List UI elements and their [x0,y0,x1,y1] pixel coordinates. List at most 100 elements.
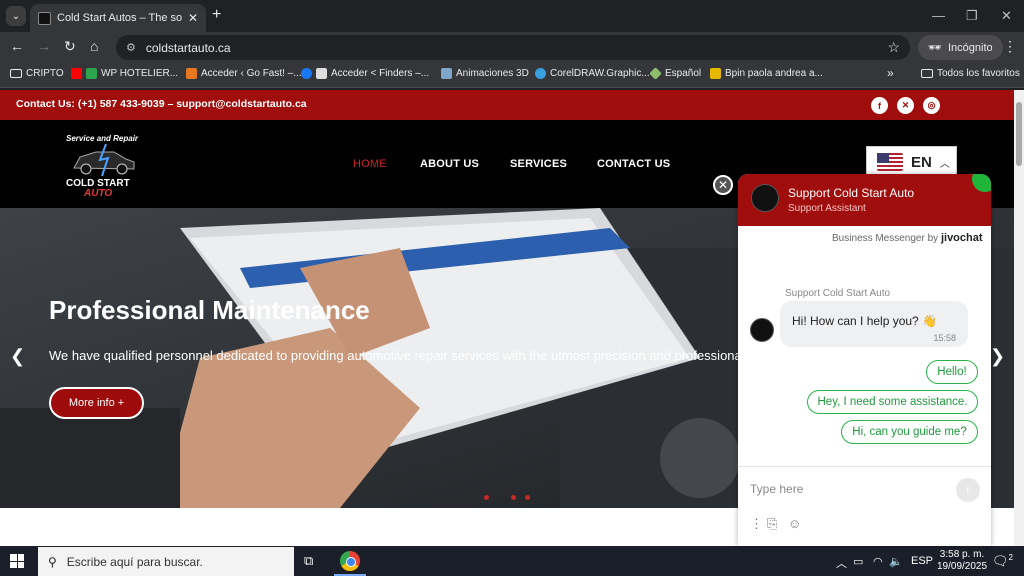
bookmark-label: CorelDRAW.Graphic... [550,68,650,79]
taskbar-clock[interactable]: 3:58 p. m. 19/09/2025 [937,549,987,573]
slider-dot[interactable] [525,495,530,500]
nav-about-us[interactable]: ABOUT US [420,158,479,170]
chrome-icon[interactable] [340,551,360,571]
contact-info[interactable]: Contact Us: (+1) 587 433-9039 – support@… [16,98,307,110]
slider-prev-icon[interactable]: ❮ [10,346,25,367]
instagram-icon[interactable]: ◎ [923,97,940,114]
bookmark-label: WP HOTELIER... [101,68,179,79]
bookmark-coreldraw[interactable]: CorelDRAW.Graphic... [535,68,650,79]
tab-title: Cold Start Autos – The solution [57,12,182,24]
contact-topbar: Contact Us: (+1) 587 433-9039 – support@… [0,90,1014,120]
image-icon [441,68,452,79]
bookmark-animaciones[interactable]: Animaciones 3D [441,68,529,79]
online-status-badge [972,174,991,192]
logo-top-text: Service and Repair [66,134,139,143]
chat-close-icon[interactable]: ✕ [713,175,733,195]
bookmark-finders[interactable]: Acceder < Finders –... [301,68,429,79]
nav-contact-us[interactable]: CONTACT US [597,158,670,170]
jivochat-brand: jivochat [940,232,983,244]
crown-icon [710,68,721,79]
bookmark-label: Español [665,68,702,79]
browser-menu-icon[interactable]: ⋮ [1003,38,1017,55]
quick-reply-assistance[interactable]: Hey, I need some assistance. [807,390,978,414]
chat-agent-role: Support Assistant [788,203,866,214]
browser-tabstrip: ⌄ Cold Start Autos – The solution ✕ + — … [0,0,1024,32]
quick-reply-hello[interactable]: Hello! [926,360,978,384]
new-tab-button[interactable]: + [212,6,221,24]
quick-reply-guide[interactable]: Hi, can you guide me? [841,420,978,444]
slider-dot[interactable] [484,495,489,500]
device-icon[interactable]: ▭ [853,555,863,568]
site-favicon-icon [38,11,51,25]
attachment-icon[interactable]: ⎘ [767,516,777,532]
home-icon[interactable]: ⌂ [90,38,98,54]
slider-dot[interactable] [511,495,516,500]
incognito-button[interactable]: 🕶 Incógnito [918,35,1003,60]
folder-icon [921,69,933,78]
bookmark-cripto[interactable]: CRIPTO [10,68,64,79]
facebook-icon [301,68,312,79]
tab-close-icon[interactable]: ✕ [188,11,198,25]
agent-avatar [750,318,774,342]
browser-tab-active[interactable]: Cold Start Autos – The solution ✕ [30,4,206,32]
more-info-button[interactable]: More info + [49,387,144,419]
orange-site-icon [186,68,197,79]
chat-message-input[interactable]: Type here [750,482,803,496]
close-window-button[interactable]: ✕ [1001,8,1012,24]
facebook-icon[interactable]: f [871,97,888,114]
bookmark-label: Animaciones 3D [456,68,529,79]
logo-sub-text: AUTO [83,188,112,198]
tab-search-button[interactable]: ⌄ [6,6,26,26]
all-bookmarks-button[interactable]: Todos los favoritos [921,68,1020,79]
business-messenger-credit[interactable]: Business Messenger by jivochat [832,232,983,244]
bookmark-espanol[interactable]: Español [649,67,702,80]
browser-toolbar: ← → ↻ ⌂ ⚙ coldstartauto.ca ☆ 🕶 Incógnito… [0,32,1024,62]
slider-next-icon[interactable]: ❯ [990,346,1005,367]
bookmarks-overflow-button[interactable]: » [887,66,894,80]
minimize-button[interactable]: — [932,8,945,23]
bookmark-go-fast[interactable]: Acceder ‹ Go Fast! –... [186,68,302,79]
notification-count: 2 [1008,553,1013,562]
more-options-icon[interactable]: ⋮ [750,516,763,532]
volume-icon[interactable]: 🔈 [889,555,903,568]
scrollbar-thumb[interactable] [1016,102,1022,166]
nav-services[interactable]: SERVICES [510,158,567,170]
address-bar[interactable]: ⚙ coldstartauto.ca ☆ [116,35,910,60]
message-sender-label: Support Cold Start Auto [785,288,891,299]
site-info-icon[interactable]: ⚙ [126,41,136,54]
x-icon[interactable]: ✕ [897,97,914,114]
taskbar-search-box[interactable]: ⚲ Escribe aquí para buscar. [38,547,294,576]
forward-arrow-icon[interactable]: → [37,38,51,54]
back-arrow-icon[interactable]: ← [10,38,24,54]
reload-icon[interactable]: ↻ [64,38,76,55]
chevron-up-icon: ︿ [939,158,950,170]
wifi-icon[interactable]: ◠ [873,555,883,568]
hero-title: Professional Maintenance [49,295,370,325]
hero-text: We have qualified personnel dedicated to… [49,348,749,363]
windows-start-icon[interactable] [10,554,24,568]
clock-date: 19/09/2025 [937,561,988,572]
url-text[interactable]: coldstartauto.ca [146,41,231,55]
nav-home[interactable]: HOME [353,158,387,170]
check-icon [86,68,97,79]
notification-center-icon[interactable]: 🗨2 [992,553,1013,569]
bookmark-star-icon[interactable]: ☆ [887,39,900,56]
incognito-label: Incógnito [947,41,993,54]
chat-header[interactable]: Support Cold Start Auto Support Assistan… [738,174,991,226]
bookmark-wp-hotelier[interactable]: WP HOTELIER... [71,68,178,79]
emoji-icon[interactable]: ☺ [788,516,801,531]
chat-agent-name: Support Cold Start Auto [788,186,915,200]
tray-expand-icon[interactable]: ︿ [836,555,847,571]
page-scrollbar[interactable] [1014,90,1024,546]
bookmark-label: Acceder < Finders –... [331,68,430,79]
message-timestamp: 15:58 [933,333,956,343]
bookmark-label: Bpin paola andrea a... [725,68,823,79]
business-prefix: Business Messenger by [832,233,939,244]
restore-button[interactable]: ❐ [966,8,978,24]
us-flag-icon [877,153,903,171]
bookmark-bpin[interactable]: Bpin paola andrea a... [710,68,823,79]
cold-start-auto-logo[interactable]: Service and Repair COLD START AUTO [62,132,142,198]
input-language[interactable]: ESP [911,555,933,567]
send-arrow-icon[interactable]: ↑ [956,478,980,502]
task-view-icon[interactable]: ⧉ [304,553,313,569]
